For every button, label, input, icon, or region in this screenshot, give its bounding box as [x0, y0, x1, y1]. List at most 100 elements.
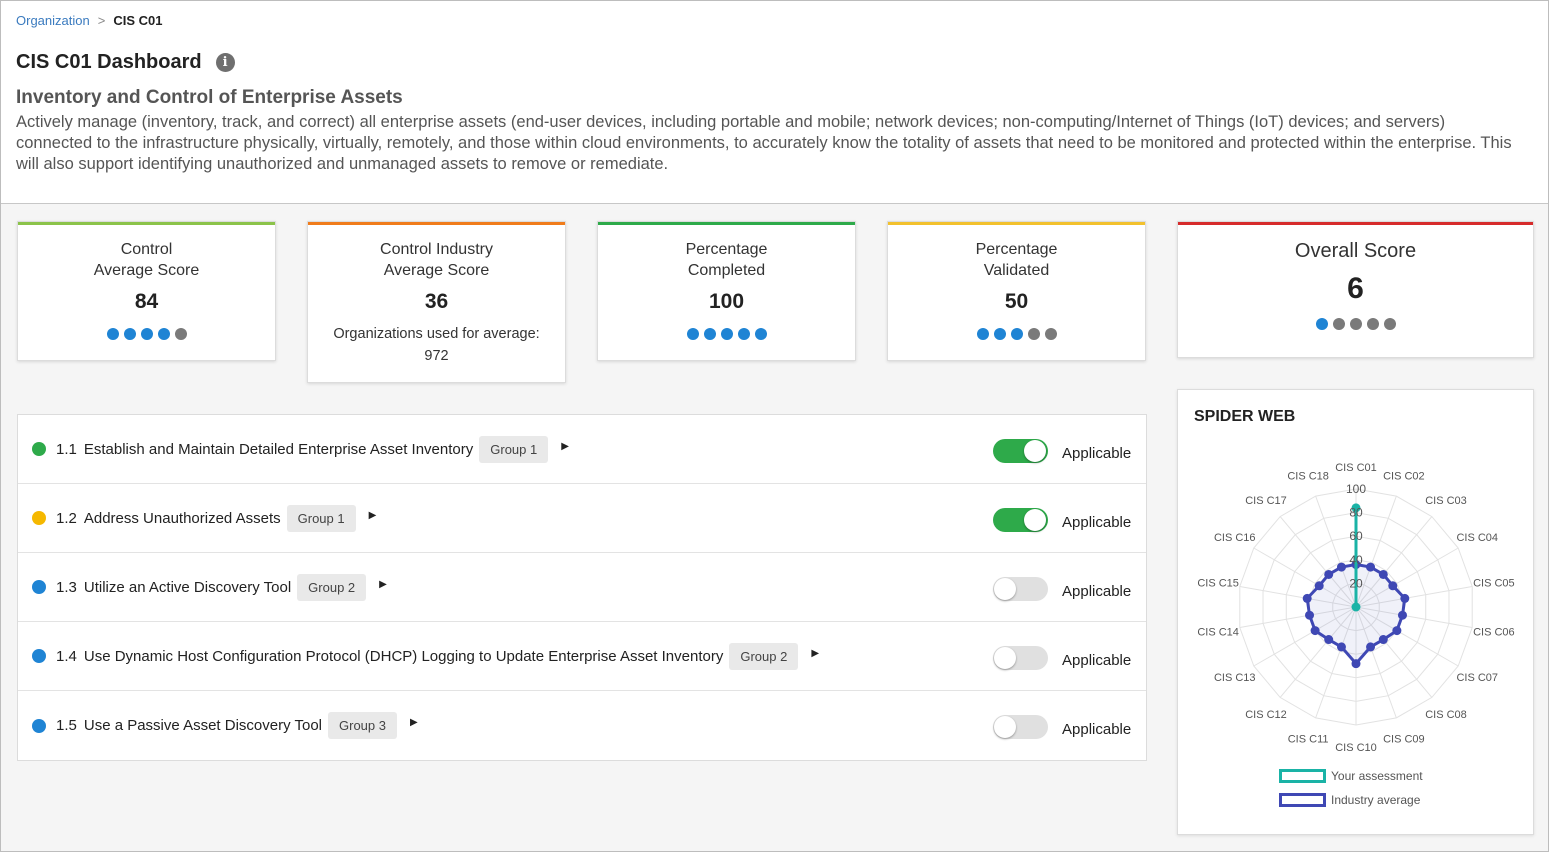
expand-arrow-icon[interactable]: ▶ [561, 441, 569, 452]
radar-tick-label: 20 [1349, 576, 1363, 590]
applicable-toggle[interactable] [993, 508, 1048, 532]
card-value: 100 [708, 290, 745, 313]
control-title[interactable]: Utilize an Active Discovery Tool [84, 579, 291, 596]
card-accent-bar [1178, 222, 1533, 225]
card-accent-bar [598, 222, 855, 225]
applicable-label: Applicable [1062, 721, 1132, 738]
card-percentage-validated: Percentage Validated 50 [887, 221, 1146, 361]
expand-arrow-icon[interactable]: ▶ [410, 717, 418, 728]
legend-label: Your assessment [1331, 769, 1423, 783]
radar-point-industry-average [1400, 593, 1410, 603]
control-title[interactable]: Use Dynamic Host Configuration Protocol … [84, 648, 723, 665]
toggle-knob [994, 716, 1016, 738]
card-label-line2: Completed [687, 262, 766, 279]
control-row[interactable]: 1.1 Establish and Maintain Detailed Ente… [18, 415, 1146, 484]
group-badge: Group 1 [479, 435, 549, 463]
info-icon[interactable]: i [215, 53, 235, 72]
card-label: Percentage Validated [888, 239, 1145, 281]
card-percentage-completed: Percentage Completed 100 [597, 221, 856, 361]
applicable-label: Applicable [1062, 583, 1132, 600]
card-label-line1: Percentage [685, 241, 768, 258]
applicable-toggle[interactable] [993, 715, 1048, 739]
rating-dots [888, 328, 1145, 340]
card-accent-bar [308, 222, 565, 225]
toggle-knob [1024, 440, 1046, 462]
group-badge: Group 1 [286, 504, 356, 532]
group-badge: Group 2 [729, 642, 799, 670]
applicable-toggle[interactable] [993, 577, 1048, 601]
control-row[interactable]: 1.5 Use a Passive Asset Discovery Tool G… [18, 691, 1146, 760]
rating-dot [157, 328, 170, 340]
rating-dot [1349, 318, 1362, 330]
app-frame: Organization > CIS C01 CIS C01 Dashboard… [0, 0, 1549, 852]
control-row[interactable]: 1.4 Use Dynamic Host Configuration Proto… [18, 622, 1146, 691]
rating-dot [1027, 328, 1040, 340]
card-control-average-score: Control Average Score 84 [17, 221, 276, 361]
radar-category-label: CIS C13 [1214, 672, 1256, 684]
card-overall-score: Overall Score 6 [1177, 221, 1534, 358]
legend-item-industry-average[interactable]: Industry average [1279, 793, 1420, 807]
spider-web-panel: SPIDER WEB CIS C01 CIS C02 CIS C03 CIS C04 C… [1177, 389, 1534, 835]
rating-dot [754, 328, 767, 340]
breadcrumb-link-organization[interactable]: Organization [16, 13, 90, 28]
rating-dots [598, 328, 855, 340]
radar-point-industry-average [1324, 569, 1334, 579]
status-dot [32, 718, 46, 733]
status-dot [32, 442, 46, 456]
card-label-line2: Validated [983, 262, 1050, 279]
radar-category-label: CIS C07 [1456, 672, 1498, 684]
breadcrumb: Organization > CIS C01 [16, 13, 162, 28]
radar-category-label: CIS C02 [1383, 470, 1425, 482]
radar-category-label: CIS C04 [1456, 532, 1498, 544]
card-value: 36 [424, 290, 449, 313]
breadcrumb-separator: > [97, 13, 106, 28]
card-value: 84 [134, 290, 159, 313]
radar-category-label: CIS C12 [1245, 709, 1287, 721]
control-row[interactable]: 1.2 Address Unauthorized Assets Group 1 … [18, 484, 1146, 553]
expand-arrow-icon[interactable]: ▶ [369, 510, 377, 521]
page-header: Organization > CIS C01 CIS C01 Dashboard… [1, 1, 1548, 204]
legend-label: Industry average [1331, 793, 1421, 807]
control-id: 1.4 [56, 647, 77, 665]
legend-swatch [1279, 793, 1326, 807]
expand-arrow-icon[interactable]: ▶ [811, 648, 819, 659]
radar-point-industry-average [1336, 642, 1346, 652]
breadcrumb-current: CIS C01 [113, 13, 163, 28]
radar-point-industry-average [1378, 635, 1388, 645]
applicable-toggle[interactable] [993, 646, 1048, 670]
rating-dot [1044, 328, 1057, 340]
control-title[interactable]: Use a Passive Asset Discovery Tool [84, 717, 322, 734]
card-value: 50 [1004, 290, 1029, 313]
group-badge: Group 2 [297, 573, 367, 601]
control-title[interactable]: Address Unauthorized Assets [84, 510, 281, 527]
rating-dot [976, 328, 989, 340]
radar-tick-label: 100 [1346, 482, 1366, 496]
section-description: Actively manage (inventory, track, and c… [16, 113, 1512, 173]
control-row[interactable]: 1.3 Utilize an Active Discovery Tool Gro… [18, 553, 1146, 622]
rating-dot [1366, 318, 1379, 330]
rating-dot [106, 328, 119, 340]
rating-dot [703, 328, 716, 340]
rating-dot [174, 328, 187, 340]
radar-point-industry-average [1314, 581, 1324, 591]
radar-point-industry-average [1305, 610, 1315, 620]
status-dot [32, 580, 46, 594]
page-title-row: CIS C01 Dashboard i [16, 51, 235, 74]
card-note: Organizations used for average: 972 [308, 323, 565, 367]
radar-category-label: CIS C18 [1287, 470, 1329, 482]
radar-category-label: CIS C03 [1425, 495, 1467, 507]
card-label: Percentage Completed [598, 239, 855, 281]
legend-item-your-assessment[interactable]: Your assessment [1279, 769, 1423, 783]
radar-category-label: CIS C05 [1473, 578, 1515, 590]
rating-dot [123, 328, 136, 340]
control-title[interactable]: Establish and Maintain Detailed Enterpri… [84, 441, 473, 458]
applicable-toggle[interactable] [993, 439, 1048, 463]
rating-dot [1315, 318, 1328, 330]
group-badge: Group 3 [328, 712, 397, 739]
card-label: Control Average Score [18, 239, 275, 281]
rating-dot [737, 328, 750, 340]
expand-arrow-icon[interactable]: ▶ [379, 579, 387, 590]
radar-point-industry-average [1336, 562, 1346, 572]
page-title: CIS C01 Dashboard [16, 51, 202, 73]
radar-point-industry-average [1397, 610, 1407, 620]
